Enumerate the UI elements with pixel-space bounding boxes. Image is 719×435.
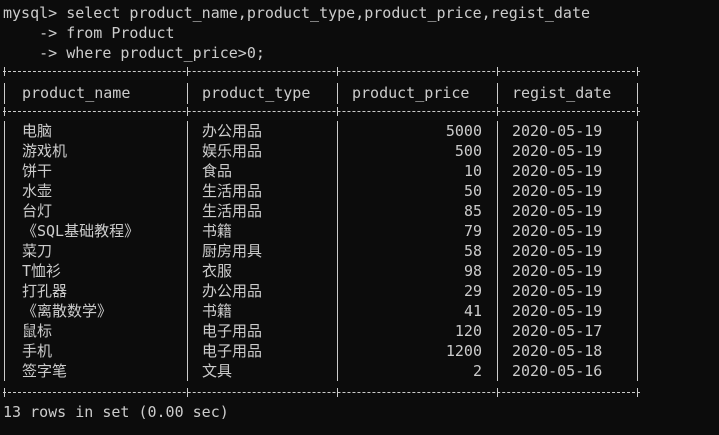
table-column-divider	[337, 83, 338, 104]
table-cell: 2020-05-19	[512, 302, 603, 320]
table-corner	[497, 107, 498, 116]
table-cell: 办公用品	[202, 282, 263, 300]
table-border	[3, 392, 640, 393]
table-cell: 2020-05-19	[512, 202, 603, 220]
table-cell: 2020-05-19	[512, 182, 603, 200]
table-cell: 2020-05-16	[512, 362, 603, 380]
table-cell: 2020-05-19	[512, 162, 603, 180]
table-cell: 2020-05-19	[512, 222, 603, 240]
table-column-divider	[497, 83, 498, 104]
table-cell: 娱乐用品	[202, 142, 263, 160]
table-cell: 电子用品	[202, 342, 263, 360]
table-cell: 2	[472, 362, 482, 380]
table-corner	[337, 67, 338, 76]
table-cell: 生活用品	[202, 182, 263, 200]
terminal-window[interactable]: mysql> select product_name,product_type,…	[0, 0, 719, 435]
column-header: product_name	[22, 84, 131, 102]
table-cell: 500	[454, 142, 482, 160]
table-cell: 手机	[22, 342, 53, 360]
table-corner	[4, 67, 5, 76]
table-column-divider	[187, 83, 188, 104]
table-cell: 打孔器	[22, 282, 68, 300]
table-corner	[187, 388, 188, 397]
table-cell: 衣服	[202, 262, 233, 280]
table-cell: 29	[463, 282, 482, 300]
column-header: product_price	[352, 84, 470, 102]
table-corner	[337, 107, 338, 116]
table-cell: 2020-05-17	[512, 322, 603, 340]
table-cell: 文具	[202, 362, 233, 380]
table-column-divider	[4, 83, 5, 104]
table-column-divider	[637, 121, 638, 381]
table-cell: 水壶	[22, 182, 53, 200]
table-column-divider	[337, 121, 338, 381]
table-cell: 120	[454, 322, 482, 340]
table-cell: 58	[463, 242, 482, 260]
table-cell: 电脑	[22, 122, 53, 140]
table-cell: T恤衫	[22, 262, 62, 280]
result-summary: 13 rows in set (0.00 sec)	[3, 403, 229, 421]
table-corner	[187, 67, 188, 76]
table-corner	[4, 388, 5, 397]
column-header: product_type	[202, 84, 311, 102]
query-line-1: mysql> select product_name,product_type,…	[3, 4, 590, 22]
table-cell: 签字笔	[22, 362, 68, 380]
table-column-divider	[637, 83, 638, 104]
query-line-2: -> from Product	[3, 24, 175, 42]
table-cell: 游戏机	[22, 142, 68, 160]
table-cell: 厨房用具	[202, 242, 263, 260]
table-cell: 生活用品	[202, 202, 263, 220]
table-corner	[337, 388, 338, 397]
table-cell: 2020-05-19	[512, 142, 603, 160]
table-cell: 《SQL基础教程》	[22, 222, 140, 240]
table-cell: 食品	[202, 162, 233, 180]
table-cell: 《离散数学》	[22, 302, 113, 320]
table-cell: 10	[463, 162, 482, 180]
table-corner	[497, 388, 498, 397]
query-line-3: -> where product_price>0;	[3, 44, 265, 62]
table-corner	[4, 107, 5, 116]
table-cell: 电子用品	[202, 322, 263, 340]
table-column-divider	[4, 121, 5, 381]
column-header: regist_date	[512, 84, 612, 102]
table-cell: 书籍	[202, 302, 233, 320]
table-cell: 2020-05-18	[512, 342, 603, 360]
table-cell: 79	[463, 222, 482, 240]
table-cell: 菜刀	[22, 242, 53, 260]
table-column-divider	[187, 121, 188, 381]
table-cell: 1200	[445, 342, 482, 360]
table-cell: 书籍	[202, 222, 233, 240]
table-cell: 5000	[445, 122, 482, 140]
table-corner	[187, 107, 188, 116]
table-corner	[637, 107, 638, 116]
table-cell: 50	[463, 182, 482, 200]
table-cell: 98	[463, 262, 482, 280]
table-cell: 2020-05-19	[512, 282, 603, 300]
table-corner	[497, 67, 498, 76]
table-corner	[637, 388, 638, 397]
table-border	[3, 71, 640, 72]
table-cell: 饼干	[22, 162, 53, 180]
table-cell: 台灯	[22, 202, 53, 220]
table-cell: 85	[463, 202, 482, 220]
table-cell: 鼠标	[22, 322, 53, 340]
table-cell: 2020-05-19	[512, 262, 603, 280]
table-cell: 2020-05-19	[512, 242, 603, 260]
table-column-divider	[497, 121, 498, 381]
table-corner	[637, 67, 638, 76]
table-cell: 办公用品	[202, 122, 263, 140]
table-border	[3, 111, 640, 112]
table-cell: 2020-05-19	[512, 122, 603, 140]
table-cell: 41	[463, 302, 482, 320]
